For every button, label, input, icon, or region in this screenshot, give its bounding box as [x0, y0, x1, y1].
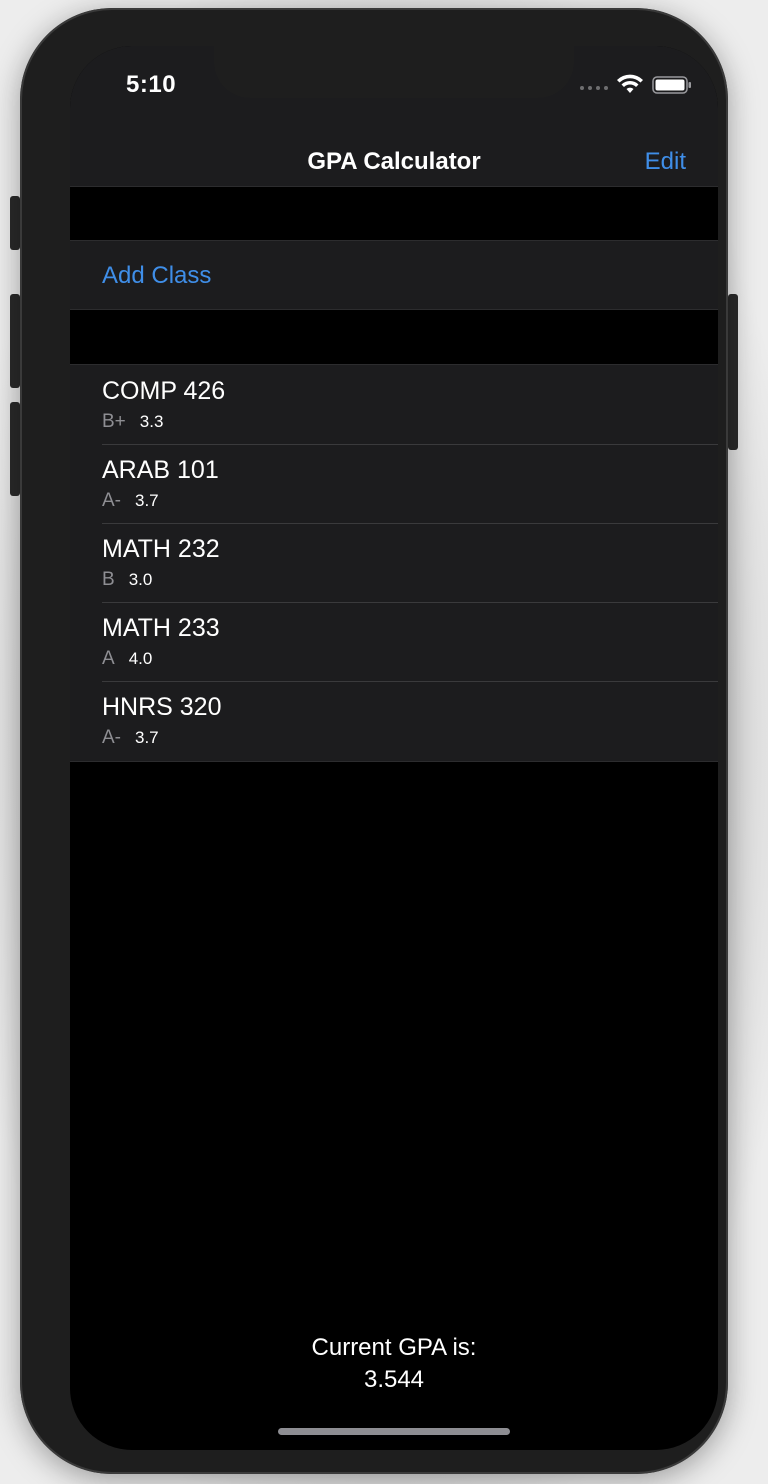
navigation-bar: GPA Calculator Edit	[70, 136, 718, 187]
notch	[214, 46, 574, 98]
mute-switch	[10, 196, 20, 250]
section-spacer-middle	[70, 310, 718, 364]
class-name: COMP 426	[102, 377, 226, 405]
class-name: HNRS 320	[102, 693, 222, 721]
class-detail: B+ 3.3	[102, 411, 163, 433]
class-name: ARAB 101	[102, 456, 219, 484]
class-name: MATH 233	[102, 614, 220, 642]
class-name: MATH 232	[102, 535, 220, 563]
class-detail: A 4.0	[102, 648, 152, 670]
class-grade: A	[102, 648, 115, 669]
class-list: COMP 426 B+ 3.3 ARAB 101 A- 3.7 MATH 232…	[70, 364, 718, 762]
add-class-button[interactable]: Add Class	[102, 262, 211, 290]
class-grade: A-	[102, 727, 121, 748]
class-detail: A- 3.7	[102, 490, 159, 512]
list-item[interactable]: MATH 232 B 3.0	[70, 523, 718, 603]
volume-down-button	[10, 402, 20, 496]
class-detail: A- 3.7	[102, 727, 159, 749]
wifi-icon	[617, 74, 643, 93]
class-grade: B	[102, 569, 115, 590]
list-item[interactable]: MATH 233 A 4.0	[70, 602, 718, 682]
class-points: 3.0	[128, 570, 153, 589]
battery-icon	[652, 76, 691, 94]
class-grade: B+	[102, 411, 126, 432]
section-spacer-top	[70, 187, 718, 240]
signal-dots-icon	[580, 86, 608, 90]
home-indicator[interactable]	[278, 1428, 510, 1435]
status-time: 5:10	[126, 71, 177, 98]
class-points: 3.7	[135, 491, 159, 510]
volume-up-button	[10, 294, 20, 388]
class-grade: A-	[102, 490, 121, 511]
power-button	[728, 294, 738, 450]
gpa-label: Current GPA is:	[311, 1334, 477, 1361]
list-item[interactable]: ARAB 101 A- 3.7	[70, 444, 718, 524]
edit-button[interactable]: Edit	[645, 148, 686, 176]
class-detail: B 3.0	[102, 569, 152, 591]
add-class-row[interactable]: Add Class	[70, 240, 718, 310]
page-title: GPA Calculator	[307, 148, 481, 175]
screen: 5:10 GPA Calculator Edit Add Class COMP …	[70, 46, 718, 1450]
gpa-value: 3.544	[363, 1366, 425, 1393]
list-item[interactable]: HNRS 320 A- 3.7	[70, 681, 718, 761]
phone-frame: 5:10 GPA Calculator Edit Add Class COMP …	[20, 8, 728, 1474]
list-item[interactable]: COMP 426 B+ 3.3	[70, 365, 718, 445]
class-points: 3.7	[135, 728, 159, 747]
class-points: 4.0	[128, 649, 153, 668]
class-points: 3.3	[139, 412, 164, 431]
